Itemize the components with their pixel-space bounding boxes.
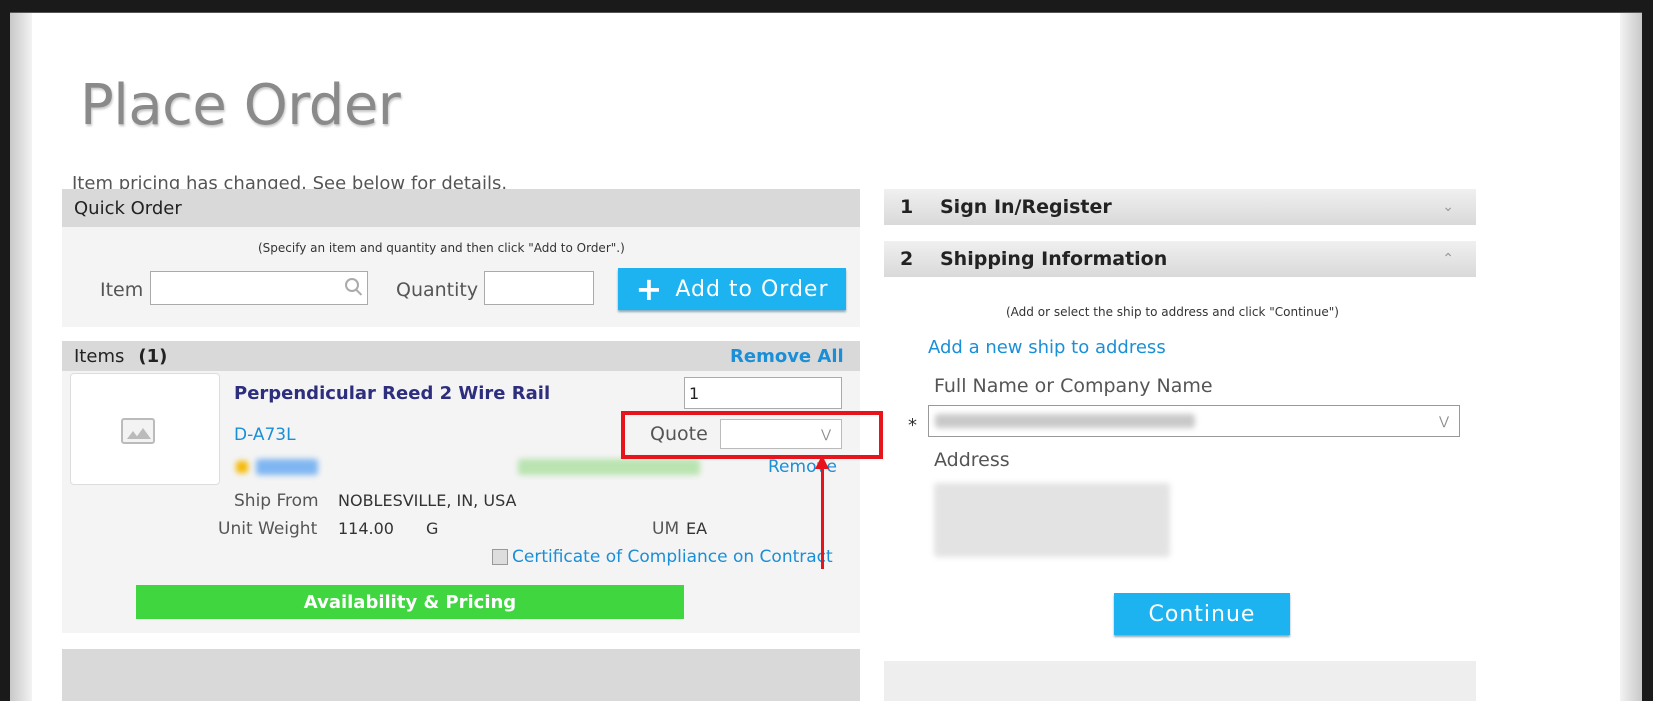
items-title: Items bbox=[74, 345, 125, 367]
quick-order-hint: (Specify an item and quantity and then c… bbox=[258, 241, 625, 255]
certificate-link[interactable]: Certificate of Compliance on Contract bbox=[512, 547, 833, 567]
quick-order-title: Quick Order bbox=[74, 197, 182, 219]
right-shadow bbox=[1620, 13, 1642, 701]
annotation-highlight-box bbox=[621, 411, 883, 459]
unit-weight-unit: G bbox=[426, 519, 439, 538]
image-placeholder-icon bbox=[121, 418, 155, 444]
address-label: Address bbox=[934, 449, 1010, 471]
item-quantity-input[interactable]: 1 bbox=[684, 377, 842, 409]
annotation-arrowhead bbox=[815, 455, 829, 469]
chevron-down-icon: ⌄ bbox=[1442, 199, 1454, 215]
page-frame: Place Order Item pricing has changed. Se… bbox=[10, 12, 1642, 701]
step-2-number: 2 bbox=[900, 248, 914, 270]
search-icon[interactable] bbox=[345, 278, 359, 292]
annotation-arrow-shaft bbox=[821, 465, 824, 569]
item-label: Item bbox=[100, 279, 144, 301]
page-title: Place Order bbox=[80, 73, 401, 138]
full-name-label: Full Name or Company Name bbox=[934, 375, 1213, 397]
quick-order-header: Quick Order bbox=[62, 189, 860, 227]
quantity-label: Quantity bbox=[396, 279, 479, 301]
step-2-label: Shipping Information bbox=[940, 248, 1168, 270]
next-step-header bbox=[884, 661, 1476, 701]
add-to-order-button[interactable]: + Add to Order bbox=[618, 268, 846, 310]
ship-from-value: NOBLESVILLE, IN, USA bbox=[338, 491, 517, 510]
chevron-up-icon: ⌃ bbox=[1442, 251, 1454, 267]
address-redacted bbox=[934, 483, 1170, 557]
shipping-hint: (Add or select the ship to address and c… bbox=[1006, 305, 1339, 319]
quick-order-panel: (Specify an item and quantity and then c… bbox=[62, 227, 860, 327]
unit-weight-label: Unit Weight bbox=[218, 519, 318, 539]
step-shipping[interactable]: 2 Shipping Information ⌃ bbox=[884, 241, 1476, 277]
remove-all-link[interactable]: Remove All bbox=[730, 346, 844, 367]
chevron-down-icon: ⋁ bbox=[1439, 414, 1449, 428]
price-marker-icon bbox=[236, 461, 248, 473]
certificate-checkbox[interactable] bbox=[492, 549, 508, 565]
product-thumbnail[interactable] bbox=[70, 373, 220, 485]
savings-redacted bbox=[518, 459, 700, 475]
ship-from-label: Ship From bbox=[234, 491, 319, 511]
product-name[interactable]: Perpendicular Reed 2 Wire Rail bbox=[234, 383, 550, 404]
um-value: EA bbox=[686, 519, 708, 538]
step-1-number: 1 bbox=[900, 196, 914, 218]
availability-pricing-button[interactable]: Availability & Pricing bbox=[136, 585, 684, 619]
item-input[interactable] bbox=[150, 271, 368, 305]
left-shadow bbox=[10, 13, 32, 701]
step-sign-in[interactable]: 1 Sign In/Register ⌄ bbox=[884, 189, 1476, 225]
required-mark: * bbox=[908, 415, 917, 436]
ship-to-select[interactable]: ⋁ bbox=[928, 405, 1460, 437]
plus-icon: + bbox=[635, 270, 664, 308]
next-section-header bbox=[62, 649, 860, 701]
continue-button[interactable]: Continue bbox=[1114, 593, 1290, 635]
ship-to-name-redacted bbox=[935, 414, 1195, 428]
unit-weight-value: 114.00 bbox=[338, 519, 394, 538]
items-count: (1) bbox=[138, 345, 168, 367]
step-1-label: Sign In/Register bbox=[940, 196, 1112, 218]
price-redacted bbox=[256, 459, 318, 475]
quantity-input[interactable] bbox=[484, 271, 594, 305]
product-sku-link[interactable]: D-A73L bbox=[234, 425, 296, 445]
um-label: UM bbox=[652, 519, 680, 539]
add-ship-address-link[interactable]: Add a new ship to address bbox=[928, 337, 1166, 358]
add-to-order-label: Add to Order bbox=[675, 276, 829, 302]
